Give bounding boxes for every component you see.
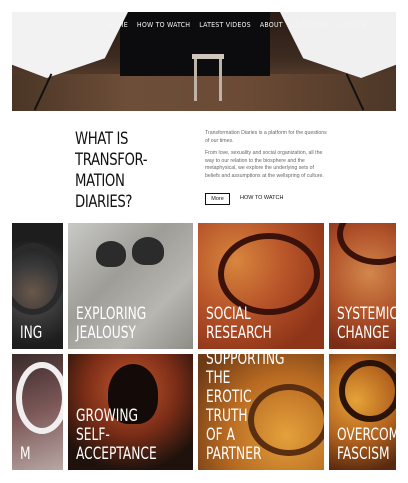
- intro-title: WHAT IS TRANSFOR- MATION DIARIES?: [75, 129, 148, 212]
- video-tile-exploring-jealousy[interactable]: EXPLORING JEALOUSY: [68, 223, 193, 349]
- intro-text: Transformation Diaries is a platform for…: [205, 130, 327, 186]
- intro-paragraph-1: Transformation Diaries is a platform for…: [205, 130, 327, 144]
- tile-label: OVERCOM FASCISM: [337, 425, 396, 464]
- hero-banner: HOME HOW TO WATCH LATEST VIDEOS ABOUT SU…: [12, 12, 396, 111]
- nav-item-subscribe[interactable]: SUBSCRIBE: [292, 21, 330, 29]
- video-tile-growing-self-acceptance[interactable]: GROWING SELF- ACCEPTANCE: [68, 354, 193, 470]
- nav-item-latest-videos[interactable]: LATEST VIDEOS: [199, 21, 251, 29]
- tile-label: SOCIAL RESEARCH: [206, 304, 272, 343]
- nav-item-how-to-watch[interactable]: HOW TO WATCH: [137, 21, 190, 29]
- video-tile[interactable]: M: [12, 354, 63, 470]
- nav-item-home[interactable]: HOME: [108, 21, 128, 29]
- video-tile-supporting-erotic-truth[interactable]: SUPPORTING THE EROTIC TRUTH OF A PARTNER: [198, 354, 324, 470]
- nav-item-donate[interactable]: DONATE: [338, 21, 365, 29]
- video-tile-overcoming-fascism[interactable]: OVERCOM FASCISM: [329, 354, 396, 470]
- video-tile[interactable]: ING: [12, 223, 63, 349]
- nav-item-about[interactable]: ABOUT: [260, 21, 283, 29]
- tile-label: GROWING SELF- ACCEPTANCE: [76, 406, 157, 464]
- tile-label: M: [20, 444, 31, 464]
- more-button[interactable]: More: [205, 193, 230, 205]
- tile-label: ING: [20, 323, 43, 343]
- stool: [192, 54, 224, 102]
- tile-label: SYSTEMIC CHANGE: [337, 304, 396, 343]
- tile-label: SUPPORTING THE EROTIC TRUTH OF A PARTNER: [206, 354, 285, 464]
- video-tile-systemic-change[interactable]: SYSTEMIC CHANGE: [329, 223, 396, 349]
- main-nav: HOME HOW TO WATCH LATEST VIDEOS ABOUT SU…: [108, 21, 366, 29]
- video-tile-social-research[interactable]: SOCIAL RESEARCH: [198, 223, 324, 349]
- intro-paragraph-2: From love, sexuality and social organiza…: [205, 150, 324, 179]
- how-to-watch-link[interactable]: HOW TO WATCH: [240, 195, 284, 201]
- tile-label: EXPLORING JEALOUSY: [76, 304, 147, 343]
